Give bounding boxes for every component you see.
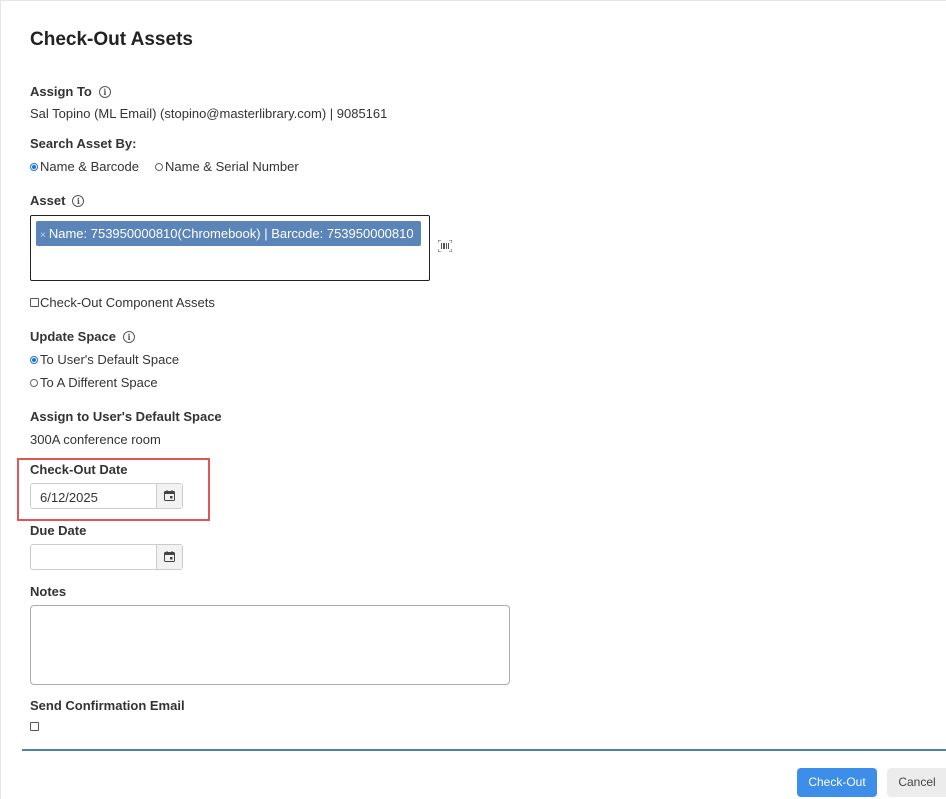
- due-date-label: Due Date: [30, 523, 87, 538]
- calendar-button[interactable]: [156, 484, 182, 508]
- notes-label: Notes: [30, 584, 67, 599]
- radio-label: To A Different Space: [40, 375, 158, 390]
- notes-textarea[interactable]: [30, 605, 510, 685]
- radio-button[interactable]: [30, 378, 38, 387]
- default-space-label: Assign to User's Default Space: [30, 409, 222, 424]
- confirmation-email-row[interactable]: [30, 722, 40, 731]
- radio-button-checked[interactable]: [30, 162, 38, 171]
- assign-to-label: Assign To: [30, 84, 92, 99]
- due-date-input[interactable]: [30, 544, 183, 570]
- calendar-icon: [164, 490, 175, 501]
- radio-different-space[interactable]: To A Different Space: [30, 375, 158, 390]
- info-icon[interactable]: i: [122, 331, 135, 343]
- radio-label: Name & Barcode: [40, 159, 139, 174]
- dialog-title: Check-Out Assets: [30, 29, 193, 50]
- component-assets-label: Check-Out Component Assets: [40, 295, 215, 310]
- asset-label: Asset: [30, 193, 66, 208]
- calendar-button[interactable]: [156, 545, 182, 569]
- cancel-button[interactable]: Cancel: [887, 768, 946, 797]
- asset-select-input[interactable]: × Name: 753950000810(Chromebook) | Barcod…: [30, 215, 430, 281]
- checkout-date-value: 6/12/2025: [40, 490, 98, 505]
- confirmation-email-checkbox[interactable]: [30, 722, 39, 731]
- radio-label: To User's Default Space: [40, 352, 180, 367]
- radio-name-barcode[interactable]: Name & Barcode: [30, 159, 139, 174]
- tag-remove-icon[interactable]: ×: [40, 230, 46, 241]
- calendar-icon: [164, 551, 175, 562]
- checkout-date-label: Check-Out Date: [30, 462, 128, 477]
- asset-label-row: Asset i: [30, 193, 85, 208]
- search-asset-by-options: Name & Barcode Name & Serial Number: [30, 159, 315, 174]
- search-asset-by-label: Search Asset By:: [30, 136, 137, 151]
- component-assets-checkbox[interactable]: [30, 298, 39, 307]
- checkout-assets-dialog: Check-Out Assets Assign To i Sal Topino (…: [0, 0, 946, 799]
- radio-label: Name & Serial Number: [165, 159, 299, 174]
- default-space-value: 300A conference room: [30, 432, 161, 447]
- info-icon[interactable]: i: [72, 195, 85, 207]
- footer-divider: [22, 749, 946, 751]
- barcode-scan-icon[interactable]: [438, 240, 452, 252]
- checkout-button[interactable]: Check-Out: [797, 768, 877, 797]
- radio-name-serial[interactable]: Name & Serial Number: [155, 159, 299, 174]
- radio-button-checked[interactable]: [30, 355, 38, 364]
- selected-asset-tag[interactable]: × Name: 753950000810(Chromebook) | Barcod…: [36, 221, 421, 246]
- radio-default-space[interactable]: To User's Default Space: [30, 352, 179, 367]
- confirmation-email-label: Send Confirmation Email: [30, 698, 185, 713]
- assign-to-value: Sal Topino (ML Email) (stopino@masterlib…: [30, 106, 388, 121]
- assign-to-label-row: Assign To i: [30, 84, 111, 99]
- update-space-label: Update Space: [30, 329, 116, 344]
- checkout-date-input[interactable]: 6/12/2025: [30, 483, 183, 509]
- update-space-label-row: Update Space i: [30, 329, 135, 344]
- component-assets-row[interactable]: Check-Out Component Assets: [30, 295, 215, 310]
- info-icon[interactable]: i: [98, 86, 111, 98]
- radio-button[interactable]: [155, 162, 163, 171]
- selected-asset-tag-text: Name: 753950000810(Chromebook) | Barcode…: [48, 226, 414, 241]
